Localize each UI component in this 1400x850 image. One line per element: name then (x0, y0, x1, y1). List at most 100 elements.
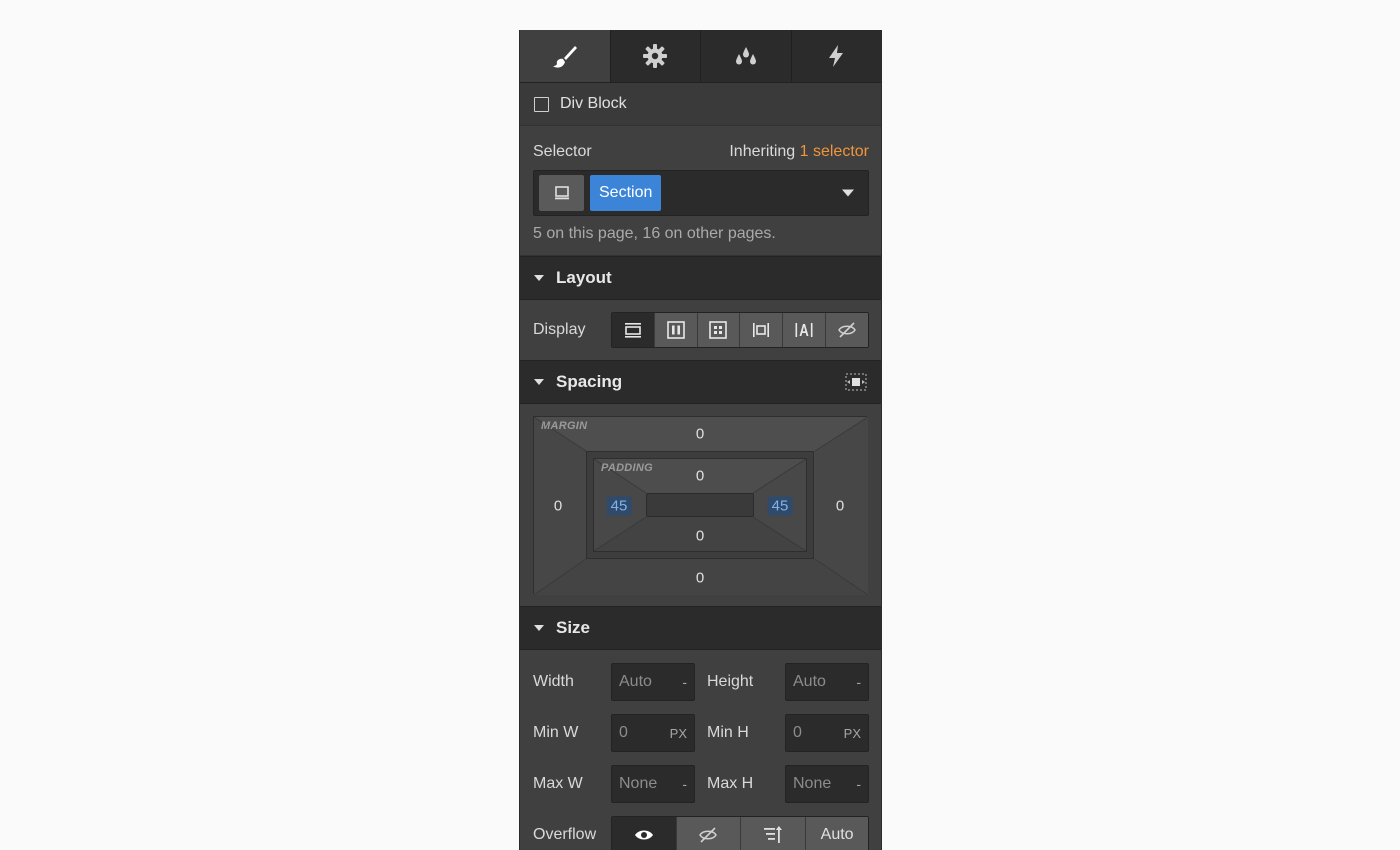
class-tag-section[interactable]: Section (590, 175, 662, 211)
inheriting-text: Inheriting (729, 143, 796, 160)
size-row-width-height: Width Auto - Height Auto - (533, 662, 869, 702)
eye-slash-icon (699, 827, 718, 843)
inline-icon (795, 323, 813, 337)
padding-box: PADDING 0 0 45 45 (586, 451, 814, 559)
eye-icon (634, 830, 653, 840)
margin-label: MARGIN (541, 420, 588, 432)
min-width-input[interactable]: 0 PX (611, 714, 695, 752)
max-height-input[interactable]: None - (785, 765, 869, 803)
max-width-input[interactable]: None - (611, 765, 695, 803)
selector-section: Selector Inheriting 1 selector Section 5… (520, 126, 881, 256)
max-height-unit[interactable]: - (856, 776, 861, 792)
max-width-label: Max W (533, 775, 583, 792)
padding-right-value[interactable]: 45 (767, 496, 793, 516)
padding-label: PADDING (601, 462, 654, 474)
tab-interactions[interactable] (792, 30, 882, 82)
overflow-scroll-button[interactable] (741, 817, 807, 850)
style-panel: Div Block Selector Inheriting 1 selector… (519, 30, 882, 850)
grid-icon (709, 321, 728, 339)
collapse-caret-icon (534, 275, 544, 281)
display-none-button[interactable] (826, 313, 868, 347)
breakpoint-button[interactable] (539, 175, 584, 211)
size-section-header[interactable]: Size (520, 606, 881, 650)
padding-bottom-value[interactable]: 0 (696, 528, 704, 545)
height-label: Height (707, 673, 754, 690)
display-inline-block-button[interactable] (740, 313, 784, 347)
spacing-section-header[interactable]: Spacing (520, 360, 881, 404)
panel-tabs (520, 30, 881, 83)
selector-field[interactable]: Section (533, 170, 869, 216)
scroll-icon (764, 826, 783, 843)
overflow-visible-button[interactable] (611, 817, 677, 850)
margin-top-value[interactable]: 0 (696, 426, 704, 443)
lightning-icon (829, 45, 844, 67)
height-value: Auto (793, 673, 826, 690)
width-input[interactable]: Auto - (611, 663, 695, 701)
max-height-value: None (793, 775, 832, 792)
width-value: Auto (619, 673, 652, 690)
padding-area: PADDING 0 0 45 45 (593, 458, 807, 552)
flex-icon (666, 321, 685, 339)
display-grid-button[interactable] (697, 313, 741, 347)
none-icon (838, 322, 856, 338)
max-width-unit[interactable]: - (682, 776, 687, 792)
gear-icon (643, 44, 668, 68)
inheriting-selector-link[interactable]: 1 selector (800, 143, 869, 160)
collapse-caret-icon (534, 625, 544, 631)
min-width-value: 0 (619, 724, 628, 741)
overflow-row: Overflow Auto (520, 815, 881, 850)
padding-left-value[interactable]: 45 (606, 496, 632, 516)
padding-top-value[interactable]: 0 (696, 468, 704, 485)
content-box (646, 493, 754, 517)
spacing-editor: MARGIN 0 0 0 0 PADDING 0 0 45 45 (520, 404, 881, 606)
tab-settings[interactable] (611, 30, 701, 82)
div-block-checkbox-icon (534, 96, 549, 112)
display-label: Display (533, 321, 586, 338)
margin-right-value[interactable]: 0 (836, 498, 844, 515)
tab-style-manager[interactable] (701, 30, 792, 82)
max-height-label: Max H (707, 775, 754, 792)
min-width-unit[interactable]: PX (670, 726, 687, 741)
tab-style[interactable] (520, 30, 611, 82)
overflow-options: Auto (610, 816, 869, 850)
selector-usage-note: 5 on this page, 16 on other pages. (533, 225, 776, 242)
overflow-hidden-button[interactable] (676, 817, 742, 850)
paintbrush-icon (552, 46, 577, 68)
size-row-max: Max W None - Max H None - (533, 764, 869, 804)
inline-block-icon (753, 323, 770, 337)
margin-left-value[interactable]: 0 (554, 498, 562, 515)
size-title: Size (556, 618, 591, 637)
selector-dropdown-chevron-down-icon[interactable] (842, 189, 854, 197)
selector-label: Selector (533, 143, 592, 160)
selected-element-row[interactable]: Div Block (520, 83, 881, 126)
min-height-value: 0 (793, 724, 802, 741)
width-unit[interactable]: - (682, 674, 687, 690)
min-height-input[interactable]: 0 PX (785, 714, 869, 752)
height-input[interactable]: Auto - (785, 663, 869, 701)
display-block-button[interactable] (611, 313, 655, 347)
selector-header: Selector Inheriting 1 selector (533, 140, 869, 164)
max-width-value: None (619, 775, 658, 792)
display-inline-button[interactable] (783, 313, 827, 347)
layout-section-header[interactable]: Layout (520, 256, 881, 300)
collapse-caret-icon (534, 379, 544, 385)
display-flex-button[interactable] (654, 313, 698, 347)
overflow-auto-button[interactable]: Auto (806, 817, 868, 850)
margin-bottom-value[interactable]: 0 (696, 570, 704, 587)
display-options (610, 312, 869, 348)
overflow-label: Overflow (533, 826, 597, 843)
margin-box: MARGIN 0 0 0 0 PADDING 0 0 45 45 (533, 416, 868, 595)
desktop-icon (554, 186, 569, 200)
min-height-unit[interactable]: PX (844, 726, 861, 741)
display-row: Display (520, 300, 881, 360)
droplets-icon (735, 47, 756, 65)
size-editor: Width Auto - Height Auto - Min W 0 PX Mi… (520, 650, 881, 804)
selected-element-label: Div Block (560, 95, 627, 112)
width-label: Width (533, 673, 574, 690)
height-unit[interactable]: - (856, 674, 861, 690)
min-height-label: Min H (707, 724, 749, 741)
block-icon (624, 323, 641, 338)
size-row-min: Min W 0 PX Min H 0 PX (533, 713, 869, 753)
spacing-toggle-icon[interactable] (845, 373, 867, 391)
min-width-label: Min W (533, 724, 579, 741)
